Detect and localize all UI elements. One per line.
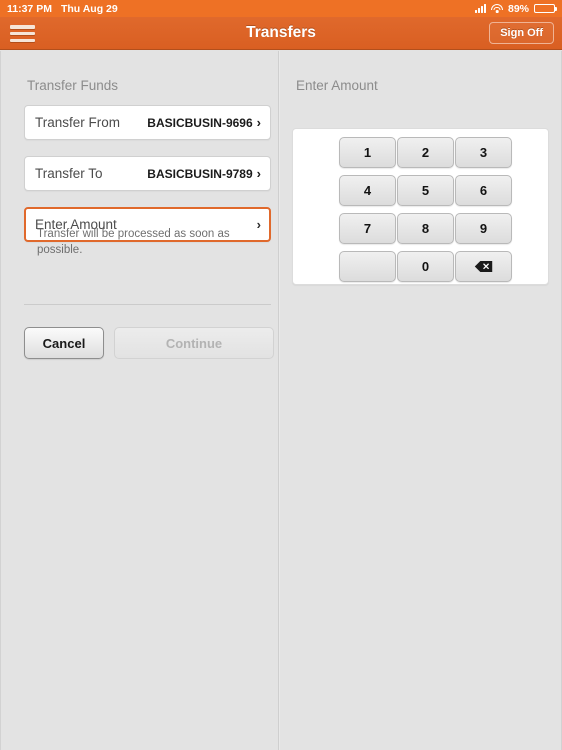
cancel-button[interactable]: Cancel — [24, 327, 104, 359]
status-bar-left: 11:37 PM Thu Aug 29 — [7, 3, 118, 15]
status-bar: 11:37 PM Thu Aug 29 89% — [0, 0, 562, 17]
transfer-to-row[interactable]: Transfer To BASICBUSIN-9789 › — [24, 156, 271, 191]
key-4[interactable]: 4 — [339, 175, 396, 206]
status-bar-right: 89% — [474, 2, 557, 15]
battery-percent: 89% — [507, 2, 529, 15]
keypad-grid: 1 2 3 4 5 6 7 8 9 0 — [339, 137, 512, 282]
key-blank — [339, 251, 396, 282]
transfer-form-pane: Transfer Funds Transfer From BASICBUSIN-… — [0, 51, 279, 750]
battery-icon — [534, 3, 557, 14]
cellular-signal-icon — [474, 4, 486, 13]
navigation-bar: Transfers Sign Off — [0, 17, 562, 50]
chevron-right-icon: › — [256, 217, 261, 232]
content-area: Transfer Funds Transfer From BASICBUSIN-… — [0, 51, 562, 750]
processing-hint: Transfer will be processed as soon as po… — [37, 228, 230, 256]
continue-button: Continue — [114, 327, 274, 359]
status-date: Thu Aug 29 — [60, 2, 118, 15]
transfer-to-value: BASICBUSIN-9789 — [147, 166, 253, 181]
key-1[interactable]: 1 — [339, 137, 396, 168]
transfer-from-label: Transfer From — [35, 115, 121, 130]
key-3[interactable]: 3 — [455, 137, 512, 168]
key-9[interactable]: 9 — [455, 213, 512, 244]
chevron-right-icon: › — [256, 115, 261, 130]
form-divider — [24, 304, 271, 305]
chevron-right-icon: › — [256, 166, 261, 181]
transfer-from-row[interactable]: Transfer From BASICBUSIN-9696 › — [24, 105, 271, 140]
key-6[interactable]: 6 — [455, 175, 512, 206]
transfer-from-value: BASICBUSIN-9696 — [147, 115, 253, 130]
status-time: 11:37 PM — [7, 2, 52, 15]
backspace-icon — [474, 260, 493, 273]
keypad-panel: 1 2 3 4 5 6 7 8 9 0 — [292, 128, 549, 285]
sign-off-button[interactable]: Sign Off — [489, 22, 554, 44]
key-5[interactable]: 5 — [397, 175, 454, 206]
key-backspace[interactable] — [455, 251, 512, 282]
key-2[interactable]: 2 — [397, 137, 454, 168]
keypad-pane: Enter Amount 1 2 3 4 5 6 7 8 9 0 — [279, 51, 562, 750]
wifi-icon — [490, 4, 503, 13]
keypad-title: Enter Amount — [296, 78, 378, 93]
form-actions: Cancel Continue — [24, 327, 274, 359]
page-title: Transfers — [246, 24, 316, 41]
key-7[interactable]: 7 — [339, 213, 396, 244]
app-root: 11:37 PM Thu Aug 29 89% Transfers Sign O… — [0, 0, 562, 750]
key-8[interactable]: 8 — [397, 213, 454, 244]
section-title: Transfer Funds — [27, 78, 119, 93]
transfer-to-label: Transfer To — [35, 166, 103, 181]
key-0[interactable]: 0 — [397, 251, 454, 282]
